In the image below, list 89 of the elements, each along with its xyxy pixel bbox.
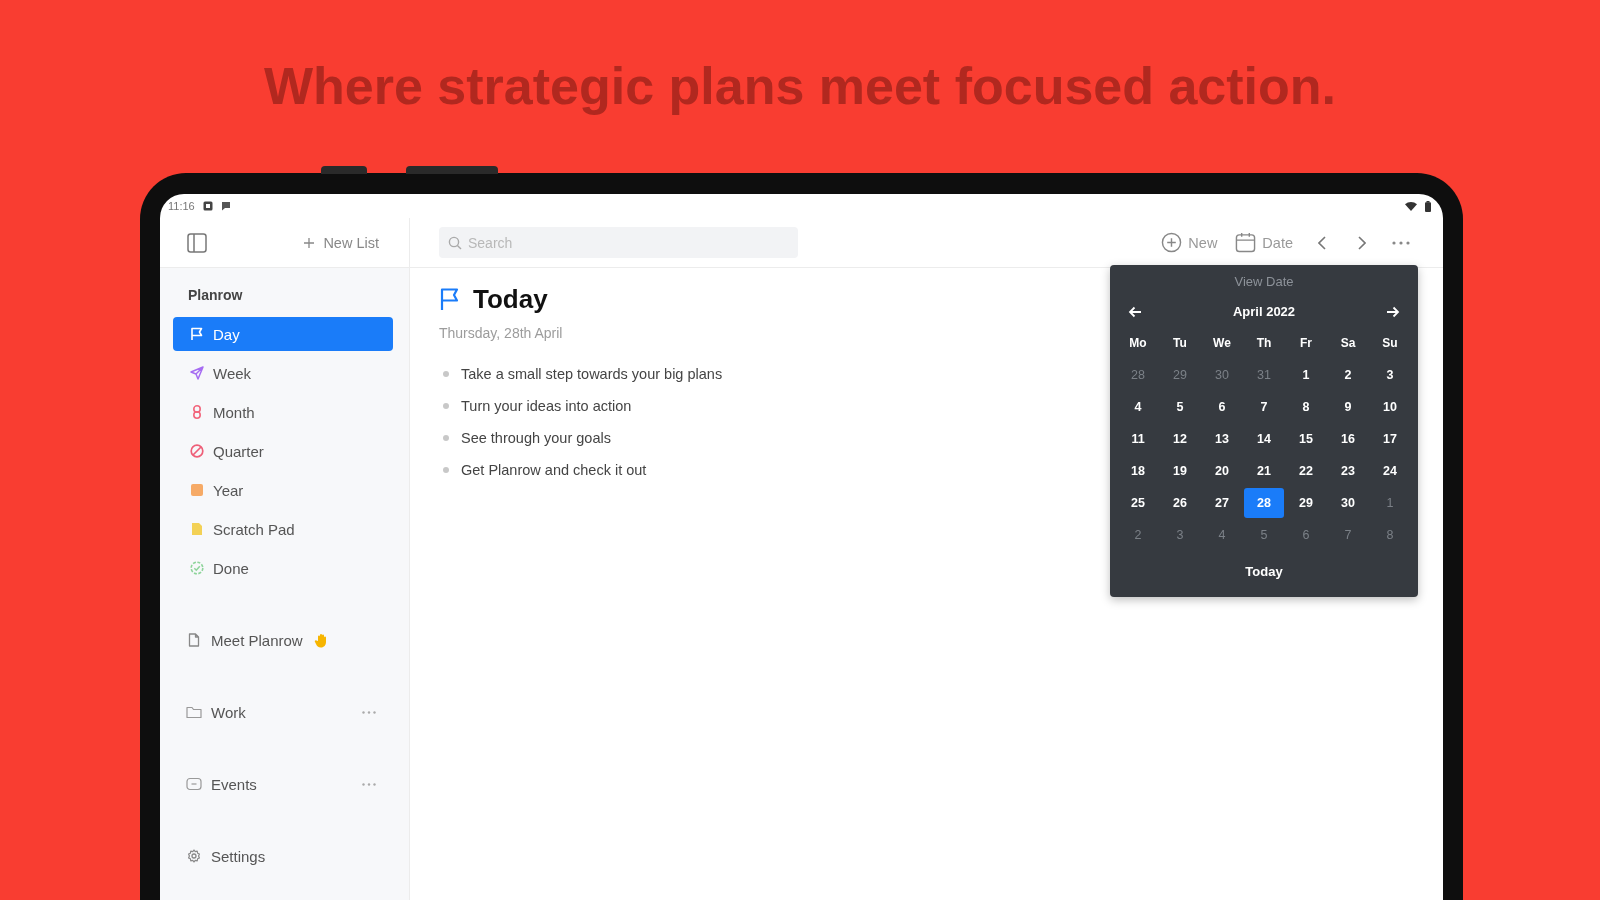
weekday-label: Th [1255, 335, 1273, 352]
weekday-label: We [1212, 335, 1232, 352]
arrow-left-icon [1128, 305, 1142, 318]
gear-icon [186, 849, 202, 863]
calendar-day[interactable]: 24 [1370, 456, 1410, 486]
more-icon [1392, 240, 1410, 245]
previous-month-button[interactable] [1128, 305, 1142, 318]
sidebar-toggle-button[interactable] [185, 230, 209, 255]
calendar-icon [1235, 232, 1257, 253]
calendar-day[interactable]: 17 [1370, 424, 1410, 454]
calendar-day[interactable]: 7 [1244, 392, 1284, 422]
speech-bubble-icon [220, 201, 231, 211]
calendar-day[interactable]: 11 [1118, 424, 1158, 454]
weekday-label: Mo [1128, 335, 1148, 352]
arrow-right-icon [1386, 305, 1400, 318]
calendar-day[interactable]: 6 [1202, 392, 1242, 422]
square-icon [202, 201, 213, 211]
calendar-day[interactable]: 26 [1160, 488, 1200, 518]
page-date: Thursday, 28th April [439, 325, 563, 342]
picker-title: View Date [1234, 274, 1294, 290]
bullet-text[interactable]: Turn your ideas into action [461, 397, 632, 415]
calendar-day[interactable]: 21 [1244, 456, 1284, 486]
bullet-icon [443, 403, 449, 409]
folder-item[interactable]: Work [173, 695, 393, 729]
folder-item[interactable]: Events [173, 767, 393, 801]
sidebar-toggle-icon [187, 232, 207, 253]
calendar-day[interactable]: 16 [1328, 424, 1368, 454]
page-title: Today [473, 283, 548, 316]
bullet-text[interactable]: See through your goals [461, 429, 611, 447]
sidebar-item[interactable]: Year [173, 473, 393, 507]
flag-icon [439, 287, 461, 311]
page-item[interactable]: Meet Planrow [173, 623, 393, 657]
calendar-day[interactable]: 13 [1202, 424, 1242, 454]
sidebar-item[interactable]: Week [173, 356, 393, 390]
calendar-day[interactable]: 2 [1328, 360, 1368, 390]
calendar-day[interactable]: 12 [1160, 424, 1200, 454]
calendar-day[interactable]: 28 [1244, 488, 1284, 518]
month-label: April 2022 [1232, 304, 1296, 319]
calendar-day[interactable]: 22 [1286, 456, 1326, 486]
chevron-right-icon [1358, 235, 1366, 250]
weekday-label: Fr [1299, 335, 1313, 352]
calendar-day[interactable]: 29 [1286, 488, 1326, 518]
headline: Where strategic plans meet focused action. [263, 57, 1337, 115]
calendar-day[interactable]: 14 [1244, 424, 1284, 454]
new-list-button[interactable]: New List [304, 234, 379, 251]
calendar-day[interactable]: 15 [1286, 424, 1326, 454]
calendar-day[interactable]: 5 [1160, 392, 1200, 422]
chevron-left-icon [1318, 235, 1326, 250]
calendar-day[interactable]: 20 [1202, 456, 1242, 486]
bullet-icon [443, 467, 449, 473]
calendar-day[interactable]: 8 [1286, 392, 1326, 422]
calendar-day[interactable]: 19 [1160, 456, 1200, 486]
calendar-day[interactable]: 25 [1118, 488, 1158, 518]
status-time: 11:16 [168, 200, 195, 212]
sidebar-item[interactable]: Scratch Pad [173, 512, 393, 546]
wifi-icon [1405, 201, 1417, 211]
bullet-icon [443, 371, 449, 377]
sidebar-item[interactable]: Day [173, 317, 393, 351]
next-month-button[interactable] [1386, 305, 1400, 318]
calendar-day[interactable]: 30 [1328, 488, 1368, 518]
search-icon [448, 236, 462, 250]
plus-icon [304, 237, 315, 248]
box-icon [186, 777, 202, 791]
weekday-label: Su [1381, 335, 1399, 352]
calendar-day[interactable]: 10 [1370, 392, 1410, 422]
calendar-day[interactable]: 9 [1328, 392, 1368, 422]
bullet-text[interactable]: Get Planrow and check it out [461, 461, 647, 479]
folder-icon [186, 705, 202, 719]
calendar-day[interactable]: 1 [1286, 360, 1326, 390]
battery-icon [1425, 200, 1431, 212]
settings-item[interactable]: Settings [173, 839, 393, 873]
calendar-day[interactable]: 23 [1328, 456, 1368, 486]
today-button[interactable]: Today [1241, 562, 1287, 581]
bullet-icon [443, 435, 449, 441]
sidebar-item[interactable]: Quarter [173, 434, 393, 468]
calendar-day[interactable]: 27 [1202, 488, 1242, 518]
section-title: Planrow [188, 286, 243, 304]
sidebar-item[interactable]: Done [173, 551, 393, 585]
frame-ridge [321, 166, 367, 174]
document-icon [186, 633, 202, 647]
calendar-day[interactable]: 4 [1118, 392, 1158, 422]
calendar-day[interactable]: 3 [1370, 360, 1410, 390]
calendar-day[interactable]: 18 [1118, 456, 1158, 486]
plus-circle-icon [1161, 232, 1183, 253]
sidebar-item[interactable]: Month [173, 395, 393, 429]
bullet-text[interactable]: Take a small step towards your big plans [461, 365, 723, 383]
search-field[interactable]: Search [439, 227, 798, 258]
weekday-label: Sa [1339, 335, 1357, 352]
weekday-label: Tu [1172, 335, 1188, 352]
